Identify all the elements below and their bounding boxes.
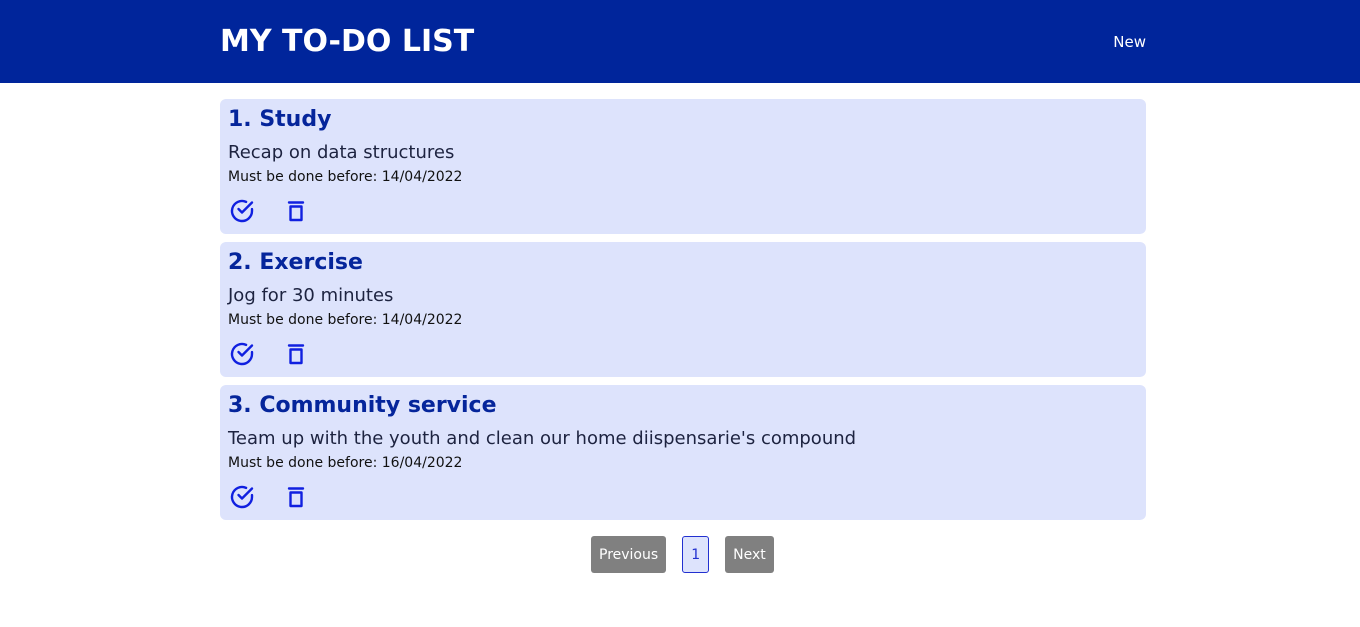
- due-label: Must be done before:: [228, 169, 382, 185]
- app-header: MY TO-DO LIST New: [0, 0, 1360, 83]
- next-page-button[interactable]: Next: [725, 536, 774, 573]
- page-number-button[interactable]: 1: [682, 536, 710, 573]
- todo-list: 1. Study Recap on data structures Must b…: [220, 99, 1146, 528]
- todo-actions: [229, 484, 309, 510]
- todo-due: Must be done before: 14/04/2022: [228, 167, 1138, 187]
- todo-description: Jog for 30 minutes: [228, 285, 394, 306]
- todo-title: 2. Exercise: [228, 250, 363, 275]
- todo-due: Must be done before: 16/04/2022: [228, 453, 1138, 473]
- todo-card: 3. Community service Team up with the yo…: [220, 385, 1146, 520]
- due-label: Must be done before:: [228, 312, 382, 328]
- previous-page-button[interactable]: Previous: [591, 536, 667, 573]
- todo-description: Team up with the youth and clean our hom…: [228, 428, 857, 449]
- todo-card: 1. Study Recap on data structures Must b…: [220, 99, 1146, 234]
- trash-icon[interactable]: [283, 198, 309, 224]
- trash-icon[interactable]: [283, 484, 309, 510]
- todo-title: 1. Study: [228, 107, 332, 132]
- todo-actions: [229, 198, 309, 224]
- check-circle-icon[interactable]: [229, 484, 255, 510]
- trash-icon[interactable]: [283, 341, 309, 367]
- pagination: Previous 1 Next: [591, 536, 774, 573]
- todo-description: Recap on data structures: [228, 142, 455, 163]
- check-circle-icon[interactable]: [229, 341, 255, 367]
- check-circle-icon[interactable]: [229, 198, 255, 224]
- due-label: Must be done before:: [228, 455, 382, 471]
- due-date: 16/04/2022: [381, 455, 463, 471]
- new-todo-link[interactable]: New: [1113, 33, 1146, 51]
- todo-card: 2. Exercise Jog for 30 minutes Must be d…: [220, 242, 1146, 377]
- todo-actions: [229, 341, 309, 367]
- page-title: MY TO-DO LIST: [220, 24, 475, 59]
- todo-title: 3. Community service: [228, 393, 497, 418]
- due-date: 14/04/2022: [381, 169, 463, 185]
- due-date: 14/04/2022: [381, 312, 463, 328]
- todo-due: Must be done before: 14/04/2022: [228, 310, 1138, 330]
